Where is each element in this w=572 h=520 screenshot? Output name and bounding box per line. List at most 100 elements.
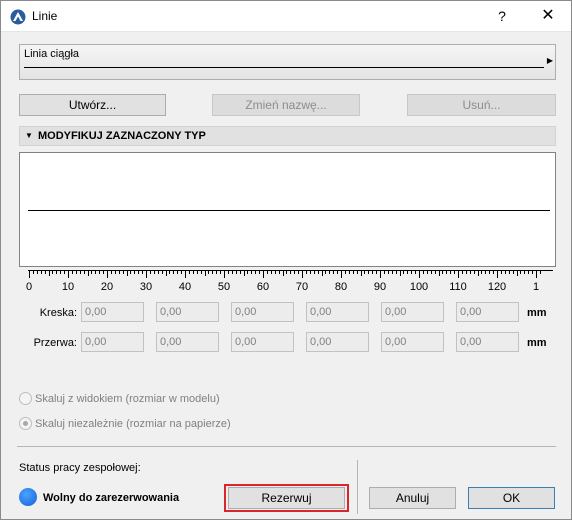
ruler-tick (56, 270, 58, 274)
delete-button[interactable]: Usuń... (407, 94, 556, 116)
ruler-label: 50 (217, 281, 231, 293)
ruler-tick (325, 270, 327, 274)
scale-with-view-label: Skaluj z widokiem (rozmiar w modelu) (35, 393, 220, 405)
reserve-button[interactable]: Rezerwuj (228, 487, 345, 509)
ruler-tick (442, 270, 444, 274)
ruler-label: 20 (100, 281, 114, 293)
ruler-tick (434, 270, 436, 274)
ruler-tick (103, 270, 105, 274)
ruler-tick (130, 270, 132, 274)
dash-field-4[interactable]: 0,00 (306, 302, 369, 322)
modify-section-header[interactable]: ▼ MODYFIKUJ ZAZNACZONY TYP (19, 126, 556, 146)
title-bar: Linie ? ✕ (1, 1, 571, 32)
ruler-tick (458, 270, 459, 278)
ruler-tick (68, 270, 69, 278)
ruler-tick (220, 270, 222, 274)
ruler-tick (165, 270, 167, 276)
dash-field-2[interactable]: 0,00 (156, 302, 219, 322)
close-button[interactable]: ✕ (525, 1, 571, 31)
ruler-tick (185, 270, 186, 278)
ruler-tick (282, 270, 284, 276)
dash-field-6[interactable]: 0,00 (456, 302, 519, 322)
gap-field-3[interactable]: 0,00 (231, 332, 294, 352)
ruler-tick (40, 270, 42, 274)
window-title: Linie (32, 9, 58, 23)
rename-button[interactable]: Zmień nazwę... (212, 94, 360, 116)
ruler-label: 0 (25, 281, 33, 293)
ruler-tick (200, 270, 202, 274)
ruler-tick (208, 270, 210, 274)
ruler-tick (364, 270, 366, 274)
ruler-tick (149, 270, 151, 274)
ruler-tick (485, 270, 487, 274)
ruler-tick (60, 270, 62, 274)
dash-field-3[interactable]: 0,00 (231, 302, 294, 322)
ruler-tick (348, 270, 350, 274)
ruler-tick (87, 270, 89, 276)
ruler-tick (294, 270, 296, 274)
ruler-tick (407, 270, 409, 274)
ruler-tick (520, 270, 522, 274)
ruler-tick (309, 270, 311, 274)
gap-field-1[interactable]: 0,00 (81, 332, 144, 352)
dash-unit: mm (527, 307, 547, 319)
ruler-tick (118, 270, 120, 274)
ruler-tick (372, 270, 374, 274)
ruler-tick (430, 270, 432, 274)
ruler-tick (169, 270, 171, 274)
ruler-tick (473, 270, 475, 274)
scale-with-view-radio[interactable] (19, 392, 32, 405)
ruler-tick (387, 270, 389, 274)
ruler-tick (99, 270, 101, 274)
ruler-tick (79, 270, 81, 274)
ruler-tick (71, 270, 73, 274)
ruler-tick (450, 270, 452, 274)
teamwork-status-label: Status pracy zespołowej: (19, 462, 141, 474)
arrow-right-icon: ▶ (546, 56, 553, 65)
ruler-tick (255, 270, 257, 274)
ruler-tick (142, 270, 144, 274)
ruler-tick (391, 270, 393, 274)
dash-field-5[interactable]: 0,00 (381, 302, 444, 322)
ruler-tick (270, 270, 272, 274)
dash-label: Kreska: (39, 307, 77, 319)
ruler-tick (247, 270, 249, 274)
gap-field-5[interactable]: 0,00 (381, 332, 444, 352)
ruler-tick (134, 270, 136, 274)
teamwork-status-text: Wolny do zarezerwowania (43, 492, 180, 504)
ruler-tick (469, 270, 471, 274)
ruler-tick (290, 270, 292, 274)
gap-field-2[interactable]: 0,00 (156, 332, 219, 352)
ruler-tick (192, 270, 194, 274)
ruler-tick (532, 270, 534, 274)
status-indicator-icon (19, 488, 37, 506)
ruler-tick (516, 270, 518, 276)
ruler-tick (227, 270, 229, 274)
ruler-tick (146, 270, 147, 278)
ruler-tick (243, 270, 245, 276)
line-type-selector[interactable]: Linia ciągła ▶ (19, 44, 556, 80)
gap-field-4[interactable]: 0,00 (306, 332, 369, 352)
gap-unit: mm (527, 337, 547, 349)
ruler-tick (481, 270, 483, 274)
ruler-tick (75, 270, 77, 274)
cancel-button[interactable]: Anuluj (369, 487, 456, 509)
dash-field-1[interactable]: 0,00 (81, 302, 144, 322)
line-type-name: Linia ciągła (24, 48, 80, 60)
ruler-tick (508, 270, 510, 274)
ruler-label: 10 (61, 281, 75, 293)
ok-button[interactable]: OK (468, 487, 555, 509)
ruler-tick (95, 270, 97, 274)
ruler-tick (411, 270, 413, 274)
scale-independent-radio[interactable] (19, 417, 32, 430)
ruler-tick (539, 270, 541, 274)
create-button[interactable]: Utwórz... (19, 94, 166, 116)
ruler-tick (419, 270, 420, 278)
ruler-label: 1 (532, 281, 540, 293)
help-button[interactable]: ? (479, 1, 525, 31)
ruler-tick (224, 270, 225, 278)
ruler-label: 120 (487, 281, 507, 293)
ruler-tick (278, 270, 280, 274)
gap-field-6[interactable]: 0,00 (456, 332, 519, 352)
ruler-tick (32, 270, 34, 274)
